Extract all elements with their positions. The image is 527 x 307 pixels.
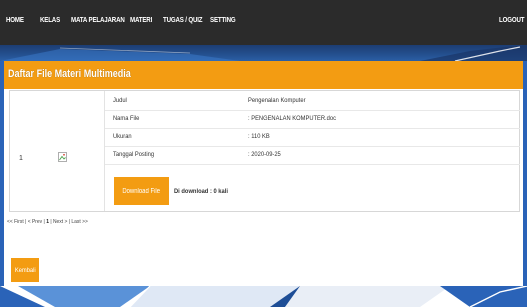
pager-first[interactable]: << First <box>7 219 24 225</box>
info-row-judul: Judul Pengenalan Komputer <box>105 93 520 111</box>
panel-body: 1 Judul Pengenalan Komputer Nama File : … <box>4 89 523 286</box>
panel-header: Daftar File Materi Multimedia <box>4 61 523 89</box>
pager-sep: | <box>68 219 71 225</box>
pager-prev[interactable]: < Prev <box>28 219 42 225</box>
back-button[interactable]: Kembali <box>11 258 39 282</box>
label-judul: Judul <box>113 97 127 104</box>
download-button-label: Download File <box>122 187 161 195</box>
nav-home[interactable]: HOME <box>6 15 24 24</box>
pager-next[interactable]: Next > <box>53 219 67 225</box>
value-nama-file: : PENGENALAN KOMPUTER.doc <box>248 115 336 122</box>
label-ukuran: Ukuran <box>113 133 132 140</box>
pager-sep: | <box>25 219 27 225</box>
top-navbar: HOME KELAS MATA PELAJARAN MATERI TUGAS /… <box>0 0 527 45</box>
nav-setting[interactable]: SETTING <box>210 15 236 24</box>
banner-decoration <box>0 45 527 61</box>
page-title: Daftar File Materi Multimedia <box>8 68 131 80</box>
nav-kelas[interactable]: KELAS <box>40 15 60 24</box>
download-count: Di download : 0 kali <box>174 188 228 195</box>
footer-decoration <box>0 286 527 307</box>
nav-materi[interactable]: MATERI <box>130 15 152 24</box>
file-table: 1 Judul Pengenalan Komputer Nama File : … <box>9 90 520 212</box>
value-judul: Pengenalan Komputer <box>248 97 306 104</box>
nav-mata-pelajaran[interactable]: MATA PELAJARAN <box>71 15 125 24</box>
label-tanggal-posting: Tanggal Posting <box>113 151 155 158</box>
info-row-tanggal: Tanggal Posting : 2020-09-25 <box>105 147 520 165</box>
pager-last[interactable]: Last >> <box>71 219 87 225</box>
label-nama-file: Nama File <box>113 115 140 122</box>
header-banner <box>0 45 527 61</box>
broken-image-icon <box>58 152 67 162</box>
right-edge-decoration <box>523 61 527 286</box>
footer-waves <box>0 286 527 307</box>
pagination: << First | < Prev | 1 | Next > | Last >> <box>7 219 88 225</box>
info-row-ukuran: Ukuran : 110 KB <box>105 129 520 147</box>
row-number: 1 <box>19 155 23 162</box>
value-ukuran: : 110 KB <box>248 133 270 140</box>
download-file-button[interactable]: Download File <box>114 177 169 205</box>
value-tanggal-posting: : 2020-09-25 <box>248 151 281 158</box>
nav-logout[interactable]: LOGOUT <box>499 15 524 24</box>
info-row-nama-file: Nama File : PENGENALAN KOMPUTER.doc <box>105 111 520 129</box>
back-button-label: Kembali <box>14 266 36 274</box>
nav-tugas-quiz[interactable]: TUGAS / QUIZ <box>163 15 203 24</box>
pager-sep: | <box>43 219 45 225</box>
pager-sep: | <box>50 219 52 225</box>
pager-current: 1 <box>46 219 49 225</box>
